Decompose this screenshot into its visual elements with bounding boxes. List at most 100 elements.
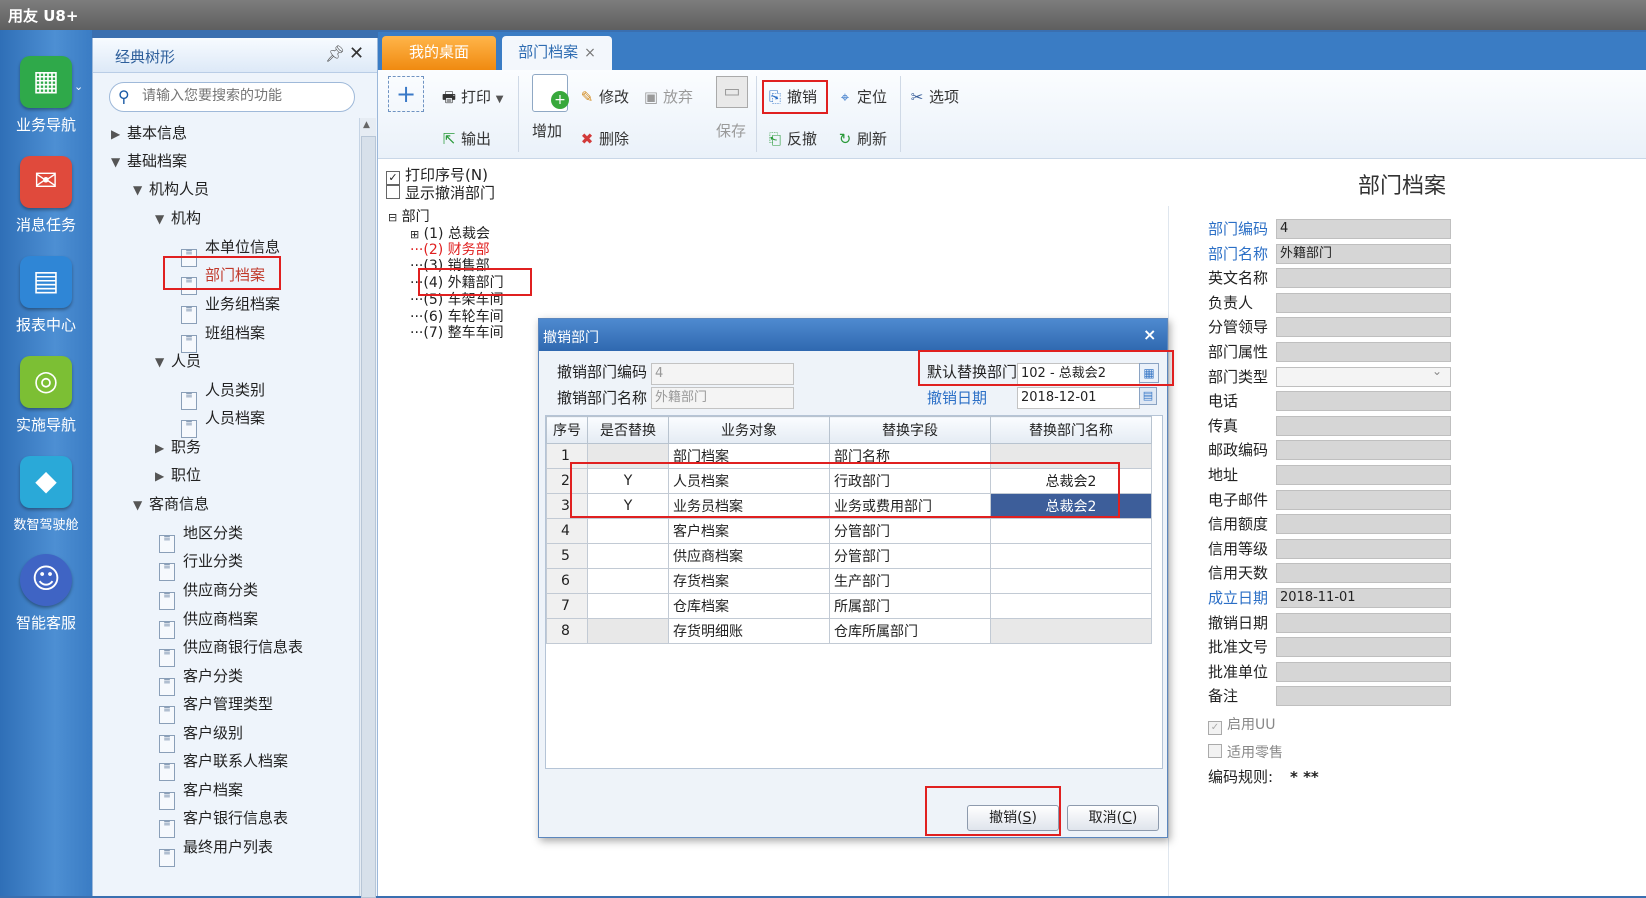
tree-scrollbar[interactable]: ▲ (359, 118, 376, 898)
form-field[interactable] (1276, 613, 1451, 633)
form-field[interactable] (1276, 268, 1451, 288)
tree-leaf[interactable]: ≡ 供应商分类 (159, 579, 258, 610)
options-button[interactable]: ✂ 选项 (908, 86, 959, 107)
tree-leaf[interactable]: ≡ 班组档案 (181, 322, 265, 353)
form-field[interactable] (1276, 637, 1451, 657)
table-cell-field[interactable]: 生产部门 (829, 568, 991, 594)
nav-implement[interactable]: ◎ 实施导航 (0, 356, 92, 435)
form-field[interactable] (1276, 416, 1451, 436)
table-cell-dept[interactable] (990, 543, 1152, 569)
table-cell-seq[interactable]: 6 (546, 568, 588, 594)
new-doc-icon[interactable]: + (532, 74, 569, 112)
nav-messages[interactable]: ✉ 消息任务 (0, 156, 92, 235)
nav-service[interactable]: ☺ 智能客服 (0, 554, 92, 633)
col-header[interactable]: 序号 (546, 416, 588, 444)
table-row[interactable]: 4 客户档案 分管部门 (546, 518, 1152, 544)
col-header[interactable]: 替换字段 (829, 416, 991, 444)
unrevoke-button[interactable]: ⎗ 反撤 (766, 128, 817, 149)
table-row[interactable]: 8 存货明细账 仓库所属部门 (546, 618, 1152, 644)
cancel-button[interactable]: 取消(C) (1067, 805, 1159, 831)
form-field[interactable] (1276, 440, 1451, 460)
form-field[interactable] (1276, 514, 1451, 534)
refresh-button[interactable]: ↻ 刷新 (836, 128, 887, 149)
tree-node[interactable]: ▼ 人员 (155, 350, 201, 371)
close-icon[interactable]: × (584, 45, 596, 61)
table-cell-replace[interactable] (587, 518, 669, 544)
tree-leaf[interactable]: ≡ 供应商银行信息表 (159, 636, 303, 667)
table-cell-object[interactable]: 客户档案 (668, 518, 830, 544)
edit-button[interactable]: ✎ 修改 (578, 86, 629, 107)
tree-leaf[interactable]: ≡ 业务组档案 (181, 293, 280, 324)
tree-leaf[interactable]: ≡ 客户银行信息表 (159, 807, 288, 838)
pin-icon[interactable]: 📌︎ (325, 44, 345, 63)
nav-cockpit[interactable]: ◆ 数智驾驶舱 (0, 456, 92, 533)
form-field[interactable] (1276, 465, 1451, 485)
tree-leaf[interactable]: ≡ 最终用户列表 (159, 836, 273, 867)
tree-node[interactable]: ▼ 机构人员 (133, 178, 209, 199)
form-field[interactable] (1276, 342, 1451, 362)
form-field[interactable] (1276, 367, 1451, 387)
table-cell-replace[interactable] (587, 618, 669, 644)
export-button[interactable]: ⇱ 输出 (440, 128, 491, 149)
table-cell-replace[interactable] (587, 593, 669, 619)
form-field[interactable] (1276, 391, 1451, 411)
form-field[interactable] (1276, 490, 1451, 510)
table-row[interactable]: 7 仓库档案 所属部门 (546, 593, 1152, 619)
tree-node[interactable]: ▼ 机构 (155, 207, 201, 228)
table-cell-field[interactable]: 所属部门 (829, 593, 991, 619)
table-cell-seq[interactable]: 8 (546, 618, 588, 644)
tab-desktop[interactable]: 我的桌面 (382, 36, 496, 70)
nav-reports[interactable]: ▤ 报表中心 (0, 256, 92, 335)
table-cell-replace[interactable] (587, 543, 669, 569)
table-cell-dept[interactable] (990, 618, 1152, 644)
table-cell-dept[interactable] (990, 568, 1152, 594)
tree-node[interactable]: ▶ 基本信息 (111, 122, 187, 143)
tree-leaf[interactable]: ≡ 客户分类 (159, 665, 243, 696)
table-row[interactable]: 6 存货档案 生产部门 (546, 568, 1152, 594)
table-cell-object[interactable]: 仓库档案 (668, 593, 830, 619)
col-header[interactable]: 业务对象 (668, 416, 830, 444)
form-field[interactable]: 2018-11-01 (1276, 588, 1451, 608)
locate-button[interactable]: ⌖ 定位 (836, 86, 887, 107)
dept-tree-item[interactable]: ···(7) 整车车间 (410, 322, 504, 342)
new-button[interactable]: 增加 (532, 120, 562, 141)
tree-leaf[interactable]: ≡ 客户级别 (159, 722, 243, 753)
table-cell-replace[interactable] (587, 568, 669, 594)
nav-business[interactable]: ▦ 业务导航 (0, 56, 92, 135)
table-row[interactable]: 5 供应商档案 分管部门 (546, 543, 1152, 569)
table-cell-field[interactable]: 仓库所属部门 (829, 618, 991, 644)
revoke-code-field[interactable]: 4 (651, 363, 794, 385)
tree-leaf[interactable]: ≡ 人员类别 (181, 379, 265, 410)
form-field[interactable] (1276, 317, 1451, 337)
retail-checkbox[interactable]: 适用零售 (1208, 742, 1283, 762)
table-cell-seq[interactable]: 7 (546, 593, 588, 619)
chevron-down-icon[interactable]: ⌄ (74, 80, 83, 93)
tree-leaf[interactable]: ≡ 客户档案 (159, 779, 243, 810)
tree-leaf[interactable]: ≡ 客户联系人档案 (159, 750, 288, 781)
table-cell-object[interactable]: 存货明细账 (668, 618, 830, 644)
close-icon[interactable]: × (1143, 325, 1156, 344)
table-cell-dept[interactable] (990, 593, 1152, 619)
tree-leaf[interactable]: ≡ 人员档案 (181, 407, 265, 438)
calendar-icon[interactable]: ▤ (1139, 387, 1157, 405)
table-cell-field[interactable]: 分管部门 (829, 543, 991, 569)
tree-leaf[interactable]: ≡ 客户管理类型 (159, 693, 273, 724)
show-revoked-checkbox[interactable]: 显示撤消部门 (386, 182, 495, 203)
table-cell-object[interactable]: 供应商档案 (668, 543, 830, 569)
tree-leaf[interactable]: ≡ 供应商档案 (159, 608, 258, 639)
tree-leaf[interactable]: ≡ 地区分类 (159, 522, 243, 553)
form-field[interactable] (1276, 563, 1451, 583)
col-header[interactable]: 替换部门名称 (990, 416, 1152, 444)
tab-dept-archive[interactable]: 部门档案 × (502, 36, 612, 70)
print-button[interactable]: 🖶︎ 打印 ▼ (440, 86, 504, 112)
form-field[interactable]: 外籍部门 (1276, 244, 1451, 264)
search-input[interactable] (140, 87, 344, 105)
revoke-date-field[interactable]: 2018-12-01 (1017, 387, 1140, 409)
delete-button[interactable]: ✖ 删除 (578, 128, 629, 149)
scrollbar-thumb[interactable] (361, 136, 376, 898)
tree-leaf[interactable]: ≡ 行业分类 (159, 550, 243, 581)
form-field[interactable] (1276, 539, 1451, 559)
add-plus-button[interactable]: + (388, 76, 424, 112)
save-button[interactable]: 保存 (716, 120, 746, 141)
form-field[interactable] (1276, 293, 1451, 313)
